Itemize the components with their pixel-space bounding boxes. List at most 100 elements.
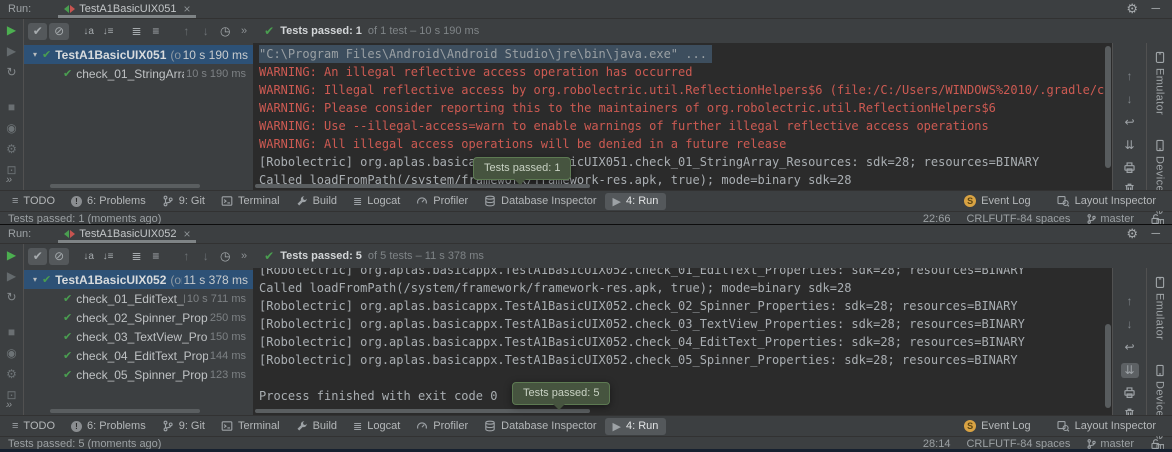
toolbar-overflow-icon[interactable]: »: [241, 25, 246, 37]
rerun-button[interactable]: ▶: [7, 249, 16, 262]
test-suite-row[interactable]: ▾ ✔ TestA1BasicUIX052 (org.aplas.basica …: [24, 270, 253, 289]
caret-position-widget[interactable]: 22:66: [923, 213, 951, 224]
next-occurrence-button[interactable]: ↓: [1121, 92, 1139, 107]
collapse-all-button[interactable]: ≡: [146, 23, 165, 40]
test-case-row[interactable]: ✔ check_02_Spinner_Properties 250 ms: [24, 308, 253, 327]
collapse-all-button[interactable]: ≡: [146, 248, 165, 265]
filter-passed-button[interactable]: ✔: [28, 248, 47, 265]
filter-ignored-button[interactable]: ⊘: [49, 23, 68, 40]
toolwindow-emulator[interactable]: Emulator: [1154, 276, 1166, 340]
previous-failed-test-button[interactable]: ↑: [177, 23, 196, 40]
test-case-row[interactable]: ✔ check_01_StringArray_Resources 10 s 19…: [24, 64, 253, 83]
toolwindow-run[interactable]: ▶4: Run: [605, 193, 667, 210]
next-occurrence-button[interactable]: ↓: [1121, 317, 1139, 332]
status-widget[interactable]: UTF-8: [995, 438, 1026, 449]
stop-button[interactable]: ■: [8, 101, 15, 114]
test-suite-row[interactable]: ▾ ✔ TestA1BasicUIX051 (org.aplas.basica …: [24, 45, 253, 64]
toolwindow-problems[interactable]: !6: Problems: [63, 418, 154, 434]
expand-all-button[interactable]: ≣: [127, 23, 146, 40]
next-failed-test-button[interactable]: ↓: [196, 23, 215, 40]
toolwindow-logcat[interactable]: ≣Logcat: [345, 418, 408, 435]
minimize-icon[interactable]: ─: [1151, 1, 1160, 15]
test-runner-settings-button[interactable]: ⚙: [6, 368, 17, 381]
screenshot-button[interactable]: ◉: [6, 122, 16, 135]
run-tab[interactable]: TestA1BasicUIX051 ×: [57, 0, 197, 18]
rerun-failed-tests-button[interactable]: ▶: [7, 270, 16, 283]
status-widget[interactable]: CRLF: [966, 213, 995, 224]
console-output[interactable]: "C:\Program Files\Android\Android Studio…: [253, 43, 1112, 190]
filter-passed-button[interactable]: ✔: [28, 23, 47, 40]
sort-by-duration-button[interactable]: ↓≡: [98, 23, 117, 40]
event-log-button[interactable]: SEvent Log: [956, 193, 1039, 209]
test-case-row[interactable]: ✔ check_05_Spinner_Properties 123 ms: [24, 365, 253, 384]
layout-inspector-button[interactable]: Layout Inspector: [1049, 193, 1164, 209]
prev-occurrence-button[interactable]: ↑: [1121, 69, 1139, 84]
layout-inspector-button[interactable]: Layout Inspector: [1049, 418, 1164, 434]
settings-gear-icon[interactable]: ⚙: [1126, 1, 1138, 17]
print-icon[interactable]: [1123, 161, 1136, 174]
toolwindow-device-file-explorer[interactable]: Device File Explorer: [1154, 364, 1166, 449]
status-widget[interactable]: 4 spaces: [1026, 438, 1070, 449]
expand-all-button[interactable]: ≣: [127, 248, 146, 265]
test-case-row[interactable]: ✔ check_04_EditText_Properties 144 ms: [24, 346, 253, 365]
next-failed-test-button[interactable]: ↓: [196, 248, 215, 265]
toolwindow-device-file-explorer[interactable]: Device File Explorer: [1154, 139, 1166, 224]
toolwindow-database-inspector[interactable]: Database Inspector: [476, 418, 604, 434]
screenshot-button[interactable]: ◉: [6, 347, 16, 360]
sort-alphabetically-button[interactable]: ↓a: [79, 248, 98, 265]
event-log-button[interactable]: SEvent Log: [956, 418, 1039, 434]
scroll-to-end-button[interactable]: ⇊: [1121, 363, 1139, 378]
close-tab-icon[interactable]: ×: [183, 227, 190, 241]
test-case-row[interactable]: ✔ check_03_TextView_Properties 150 ms: [24, 327, 253, 346]
toolwindow-run[interactable]: ▶4: Run: [605, 418, 667, 435]
run-tab[interactable]: TestA1BasicUIX052 ×: [57, 225, 197, 243]
git-branch-widget[interactable]: master: [1086, 213, 1134, 224]
status-widget[interactable]: UTF-8: [995, 213, 1026, 224]
toolwindow-git[interactable]: 9: Git: [154, 418, 213, 434]
console-horizontal-scrollbar[interactable]: [255, 184, 590, 188]
toolwindow-profiler[interactable]: Profiler: [408, 193, 476, 209]
chevron-down-icon[interactable]: ▾: [28, 50, 42, 59]
left-toolbar-more-icon[interactable]: »: [6, 174, 11, 186]
toolbar-overflow-icon[interactable]: »: [241, 250, 246, 262]
settings-gear-icon[interactable]: ⚙: [1126, 226, 1138, 242]
toolwindow-git[interactable]: 9: Git: [154, 193, 213, 209]
tree-horizontal-scrollbar[interactable]: [50, 184, 200, 188]
toolwindow-todo[interactable]: ≡TODO: [4, 193, 63, 209]
soft-wrap-button[interactable]: ↩: [1121, 340, 1139, 355]
toolwindow-emulator[interactable]: Emulator: [1154, 51, 1166, 115]
tree-horizontal-scrollbar[interactable]: [50, 409, 200, 413]
toolwindow-database-inspector[interactable]: Database Inspector: [476, 193, 604, 209]
test-case-row[interactable]: ✔ check_01_EditText_Properties 10 s 711 …: [24, 289, 253, 308]
sort-alphabetically-button[interactable]: ↓a: [79, 23, 98, 40]
chevron-down-icon[interactable]: ▾: [28, 275, 42, 284]
toolwindow-terminal[interactable]: Terminal: [213, 193, 288, 209]
toolwindow-problems[interactable]: !6: Problems: [63, 193, 154, 209]
console-vertical-scrollbar[interactable]: [1105, 46, 1111, 168]
test-history-button[interactable]: ◷: [216, 248, 235, 265]
toggle-auto-test-button[interactable]: ↻: [6, 291, 16, 304]
console-horizontal-scrollbar[interactable]: [255, 409, 590, 413]
toolwindow-todo[interactable]: ≡TODO: [4, 418, 63, 434]
status-widget[interactable]: 4 spaces: [1026, 213, 1070, 224]
caret-position-widget[interactable]: 28:14: [923, 438, 951, 449]
close-tab-icon[interactable]: ×: [183, 2, 190, 16]
status-widget[interactable]: CRLF: [966, 438, 995, 449]
prev-occurrence-button[interactable]: ↑: [1121, 294, 1139, 309]
print-icon[interactable]: [1123, 386, 1136, 399]
test-history-button[interactable]: ◷: [216, 23, 235, 40]
left-toolbar-more-icon[interactable]: »: [6, 399, 11, 411]
console-output[interactable]: [Robolectric] org.aplas.basicappx.TestA1…: [253, 268, 1112, 415]
minimize-icon[interactable]: ─: [1151, 226, 1160, 240]
git-branch-widget[interactable]: master: [1086, 438, 1134, 449]
scroll-to-end-button[interactable]: ⇊: [1121, 138, 1139, 153]
filter-ignored-button[interactable]: ⊘: [49, 248, 68, 265]
toggle-auto-test-button[interactable]: ↻: [6, 66, 16, 79]
previous-failed-test-button[interactable]: ↑: [177, 248, 196, 265]
toolwindow-build[interactable]: Build: [288, 418, 345, 434]
rerun-button[interactable]: ▶: [7, 24, 16, 37]
toolwindow-build[interactable]: Build: [288, 193, 345, 209]
console-vertical-scrollbar[interactable]: [1105, 324, 1111, 408]
toolwindow-profiler[interactable]: Profiler: [408, 418, 476, 434]
stop-button[interactable]: ■: [8, 326, 15, 339]
